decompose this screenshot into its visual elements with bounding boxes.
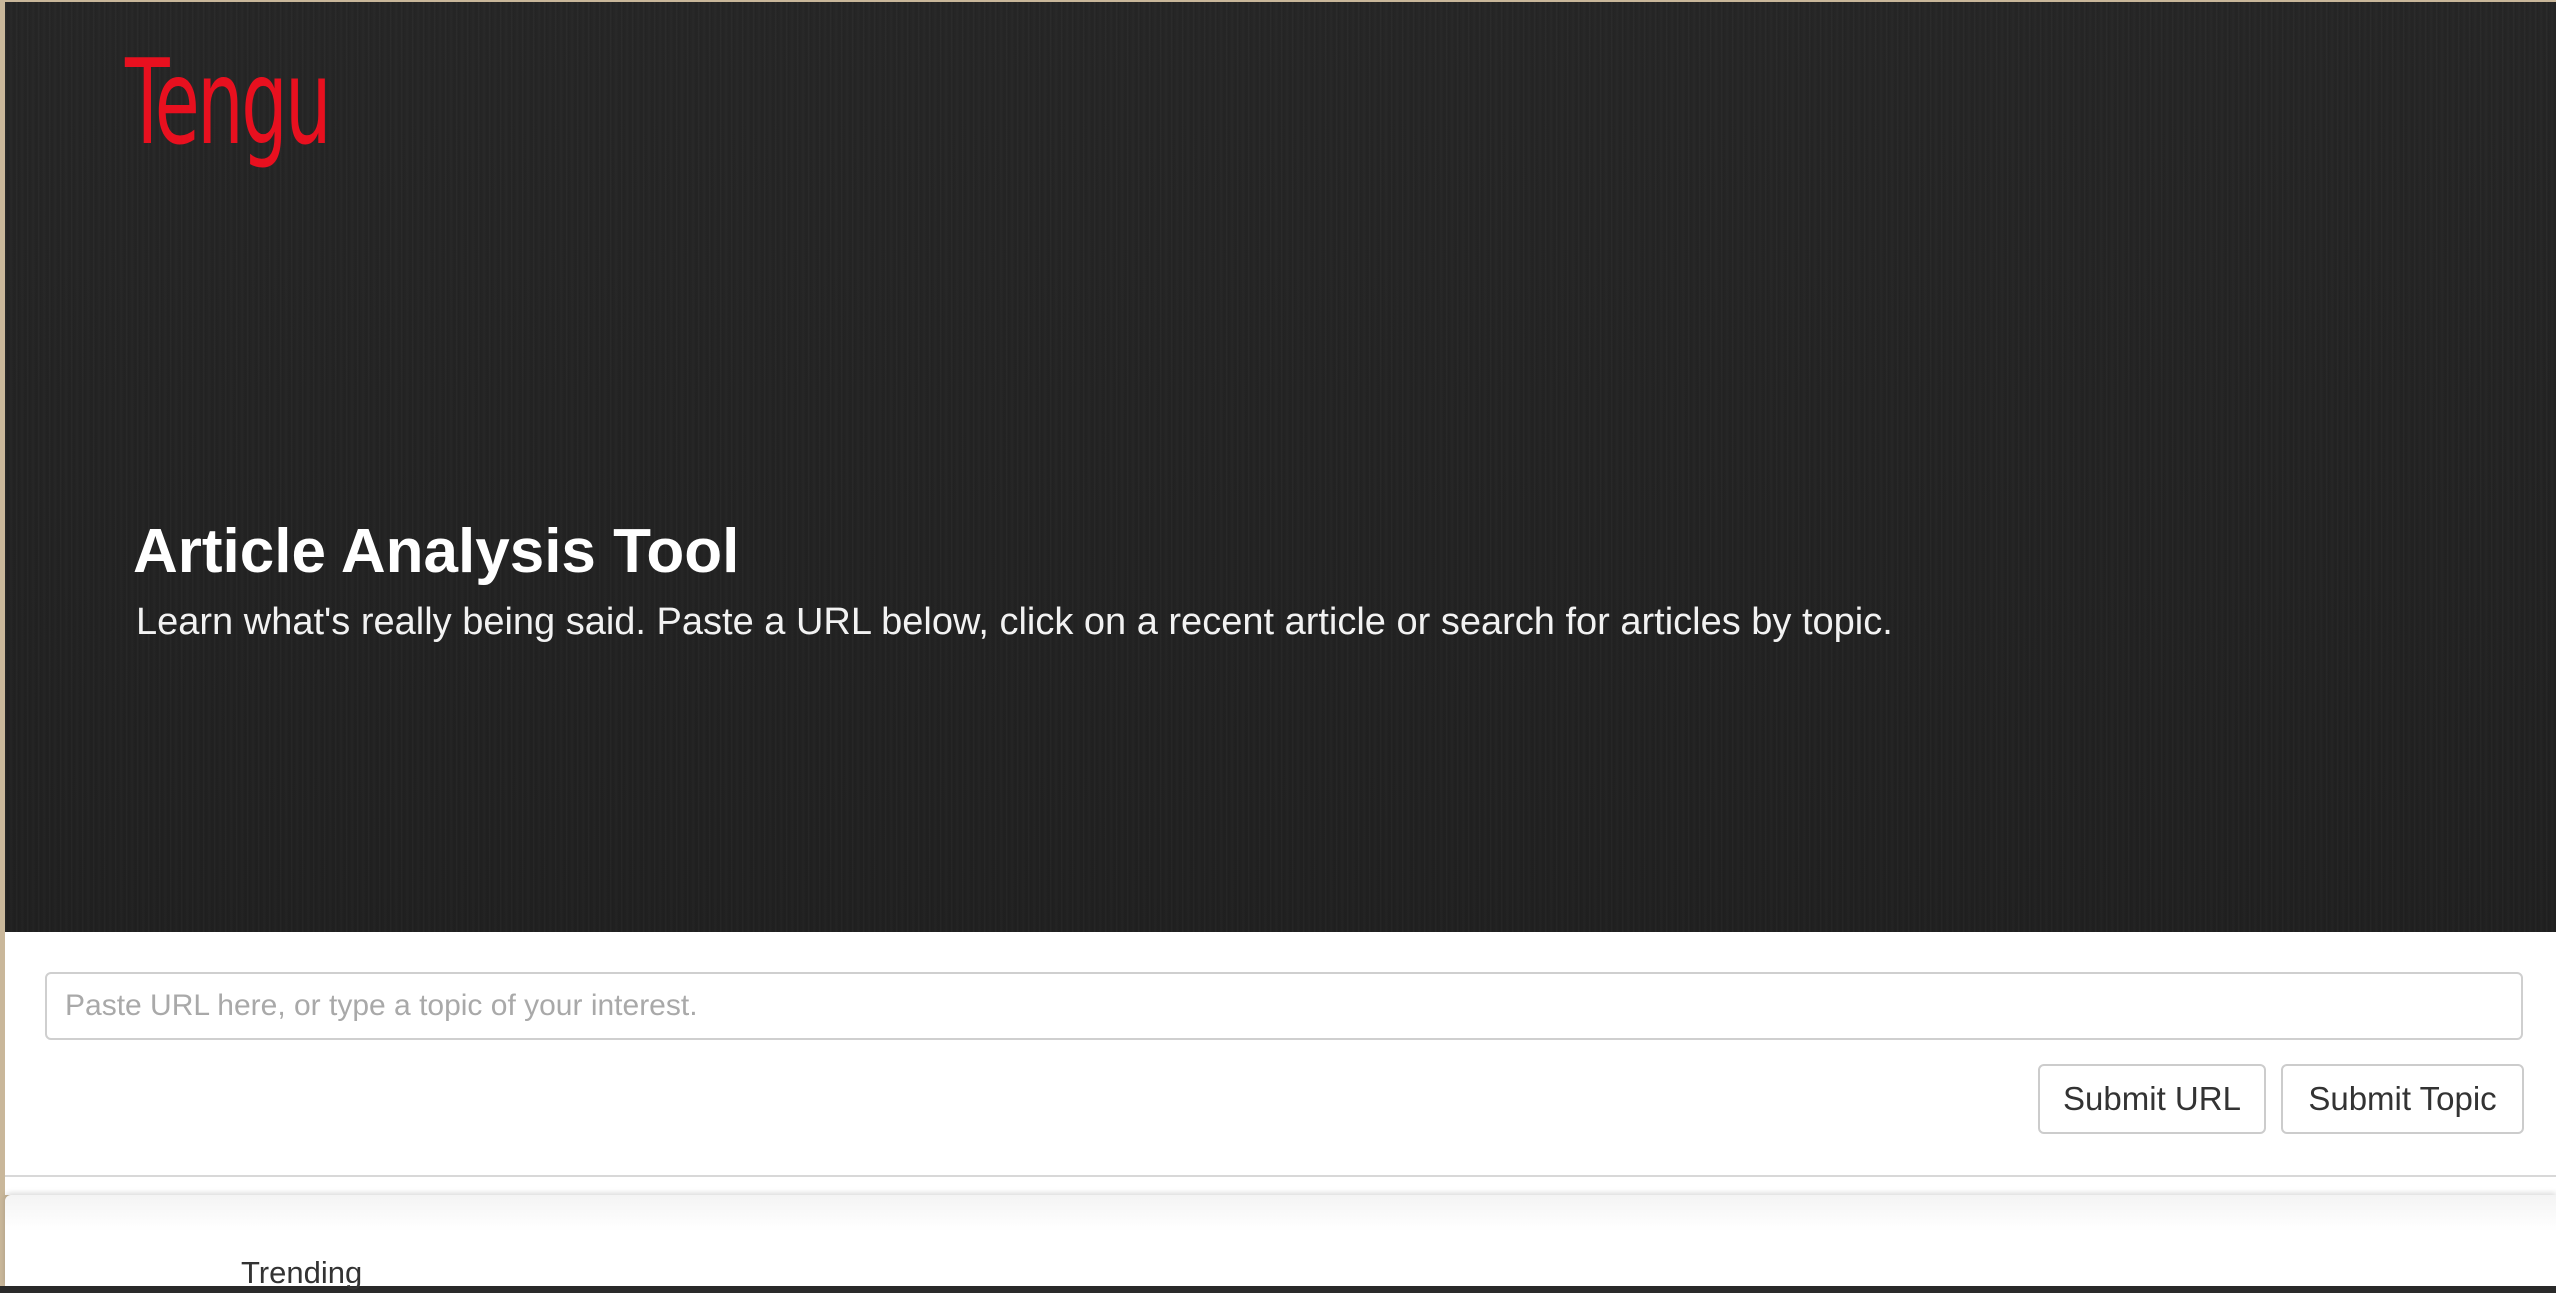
page-subtitle: Learn what's really being said. Paste a … [136,601,1893,643]
hero-banner: Tengu Article Analysis Tool Learn what's… [5,2,2556,932]
url-topic-input[interactable] [45,972,2523,1040]
search-panel: Submit URL Submit Topic [5,932,2556,1177]
page-frame: Tengu Article Analysis Tool Learn what's… [0,0,2556,1290]
submit-url-button[interactable]: Submit URL [2038,1064,2266,1134]
trending-panel: Trending [5,1195,2556,1290]
tengu-logo[interactable]: Tengu [125,37,332,168]
submit-topic-button[interactable]: Submit Topic [2281,1064,2524,1134]
section-divider [5,1177,2556,1195]
trending-heading: Trending [241,1255,363,1290]
page-title: Article Analysis Tool [133,517,740,586]
